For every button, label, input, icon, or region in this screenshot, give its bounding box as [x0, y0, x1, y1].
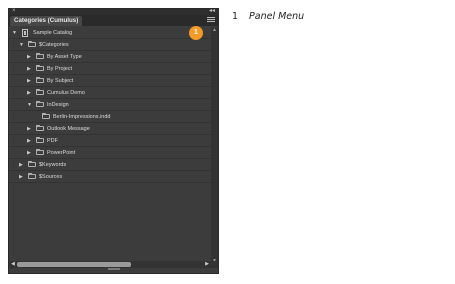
folder-icon: [36, 149, 44, 155]
tree-item-label: Berlin-Impressions.indd: [53, 114, 111, 120]
scrollbar-thumb[interactable]: [17, 262, 131, 267]
folder-icon: [36, 53, 44, 59]
category-tree: ▼ Sample Catalog ▼ $Categories ▶ By Asse…: [9, 27, 211, 263]
tree-item-by-project[interactable]: ▶ By Project: [9, 63, 211, 75]
scroll-left-icon[interactable]: ◀: [11, 261, 15, 268]
vertical-scrollbar[interactable]: ▲ ▼: [211, 27, 218, 265]
folder-icon: [36, 89, 44, 95]
collapse-triangle-icon[interactable]: ▶: [27, 123, 31, 135]
folder-icon: [36, 65, 44, 71]
categories-panel: × ◂◂ Categories (Cumulus) ▼ Sample Catal…: [8, 8, 219, 274]
tree-item-label: By Subject: [47, 78, 74, 84]
tree-item-indesign[interactable]: ▼ InDesign: [9, 99, 211, 111]
tree-item-sample-catalog[interactable]: ▼ Sample Catalog: [9, 27, 211, 39]
collapse-triangle-icon[interactable]: ▶: [27, 63, 31, 75]
callout-number: 1: [232, 11, 239, 22]
tree-item-sources[interactable]: ▶ $Sources: [9, 171, 211, 183]
collapse-triangle-icon[interactable]: ▶: [19, 159, 23, 171]
tree-item-categories[interactable]: ▼ $Categories: [9, 39, 211, 51]
callout-text: Panel Menu: [249, 11, 305, 22]
folder-icon: [28, 161, 36, 167]
folder-icon: [36, 137, 44, 143]
tree-item-outlook-message[interactable]: ▶ Outlook Message: [9, 123, 211, 135]
tree-item-label: $Keywords: [39, 162, 67, 168]
tree-item-label: Sample Catalog: [33, 30, 73, 36]
tree-item-label: Outlook Message: [47, 126, 90, 132]
tree-item-keywords[interactable]: ▶ $Keywords: [9, 159, 211, 171]
scroll-up-icon[interactable]: ▲: [212, 28, 217, 33]
folder-open-icon: [28, 41, 36, 47]
folder-icon: [36, 125, 44, 131]
catalog-icon: [22, 29, 28, 37]
expand-triangle-icon[interactable]: ▼: [19, 39, 24, 51]
tree-item-by-subject[interactable]: ▶ By Subject: [9, 75, 211, 87]
callout-legend: 1 Panel Menu: [232, 11, 304, 22]
tree-item-label: PowerPoint: [47, 150, 76, 156]
tree-item-label: By Asset Type: [47, 54, 82, 60]
tree-item-pdf[interactable]: ▶ PDF: [9, 135, 211, 147]
tree-item-berlin-impressions[interactable]: Berlin-Impressions.indd: [9, 111, 211, 123]
tab-categories-cumulus[interactable]: Categories (Cumulus): [10, 16, 83, 26]
tree-item-powerpoint[interactable]: ▶ PowerPoint: [9, 147, 211, 159]
folder-icon: [36, 77, 44, 83]
tree-item-label: PDF: [47, 138, 58, 144]
panel-menu-button[interactable]: [207, 17, 215, 24]
resize-grip[interactable]: [108, 268, 120, 270]
folder-icon: [42, 113, 50, 119]
collapse-icon[interactable]: ◂◂: [209, 7, 215, 15]
collapse-triangle-icon[interactable]: ▶: [27, 147, 31, 159]
tree-item-label: InDesign: [47, 102, 69, 108]
close-icon[interactable]: ×: [12, 7, 16, 15]
folder-icon: [28, 173, 36, 179]
tree-item-label: Cumulus Demo: [47, 90, 85, 96]
callout-badge: 1: [189, 26, 203, 40]
collapse-triangle-icon[interactable]: ▶: [19, 171, 23, 183]
tree-item-label: $Sources: [39, 174, 63, 180]
scroll-right-icon[interactable]: ▶: [205, 261, 209, 268]
collapse-triangle-icon[interactable]: ▶: [27, 51, 31, 63]
horizontal-scrollbar[interactable]: ◀ ▶: [9, 261, 218, 268]
collapse-triangle-icon[interactable]: ▶: [27, 135, 31, 147]
tree-item-label: By Project: [47, 66, 73, 72]
collapse-triangle-icon[interactable]: ▶: [27, 75, 31, 87]
tree-item-cumulus-demo[interactable]: ▶ Cumulus Demo: [9, 87, 211, 99]
panel-tabbar: Categories (Cumulus): [9, 15, 218, 26]
expand-triangle-icon[interactable]: ▼: [27, 99, 32, 111]
expand-triangle-icon[interactable]: ▼: [12, 27, 17, 39]
collapse-triangle-icon[interactable]: ▶: [27, 87, 31, 99]
tree-item-by-asset-type[interactable]: ▶ By Asset Type: [9, 51, 211, 63]
tree-item-label: $Categories: [39, 42, 69, 48]
folder-open-icon: [36, 101, 44, 107]
